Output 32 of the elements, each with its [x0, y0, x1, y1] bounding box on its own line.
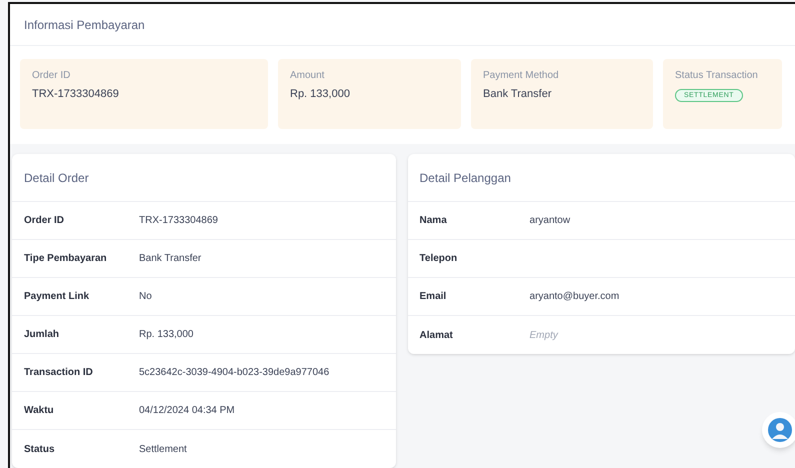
field-value: Empty: [530, 328, 558, 342]
info-label: Payment Method: [483, 71, 560, 81]
card-title: Detail Order: [24, 170, 89, 186]
info-label: Amount: [290, 71, 326, 81]
field-label: Order ID: [24, 214, 66, 228]
field-value: 04/12/2024 04:34 PM: [139, 404, 235, 418]
panel-title: Informasi Pembayaran: [24, 16, 145, 34]
field-value: Settlement: [139, 442, 187, 456]
card-title: Detail Pelanggan: [420, 170, 511, 186]
field-label: Transaction ID: [24, 366, 94, 380]
field-value: 5c23642c-3039-4904-b023-39de9a977046: [139, 366, 330, 380]
field-label: Tipe Pembayaran: [24, 252, 108, 266]
field-label: Nama: [420, 214, 448, 228]
info-label: Order ID: [32, 71, 72, 81]
field-label: Alamat: [420, 328, 454, 342]
field-label: Status: [24, 442, 56, 456]
field-value: Bank Transfer: [139, 252, 202, 266]
info-label: Status Transaction: [675, 71, 759, 81]
info-value: TRX-1733304869: [32, 89, 120, 100]
field-value: aryantow: [530, 214, 570, 228]
field-label: Waktu: [24, 404, 55, 418]
field-label: Jumlah: [24, 328, 60, 342]
field-value: Rp. 133,000: [139, 328, 194, 342]
info-value: Rp. 133,000: [290, 89, 351, 100]
field-value: No: [139, 290, 152, 304]
chat-widget-icon[interactable]: [762, 412, 795, 448]
field-label: Payment Link: [24, 290, 90, 304]
field-value: TRX-1733304869: [139, 214, 218, 228]
field-label: Telepon: [420, 252, 458, 266]
field-label: Email: [420, 290, 448, 304]
field-value: aryanto@buyer.com: [530, 290, 620, 304]
info-value: Bank Transfer: [483, 89, 552, 100]
